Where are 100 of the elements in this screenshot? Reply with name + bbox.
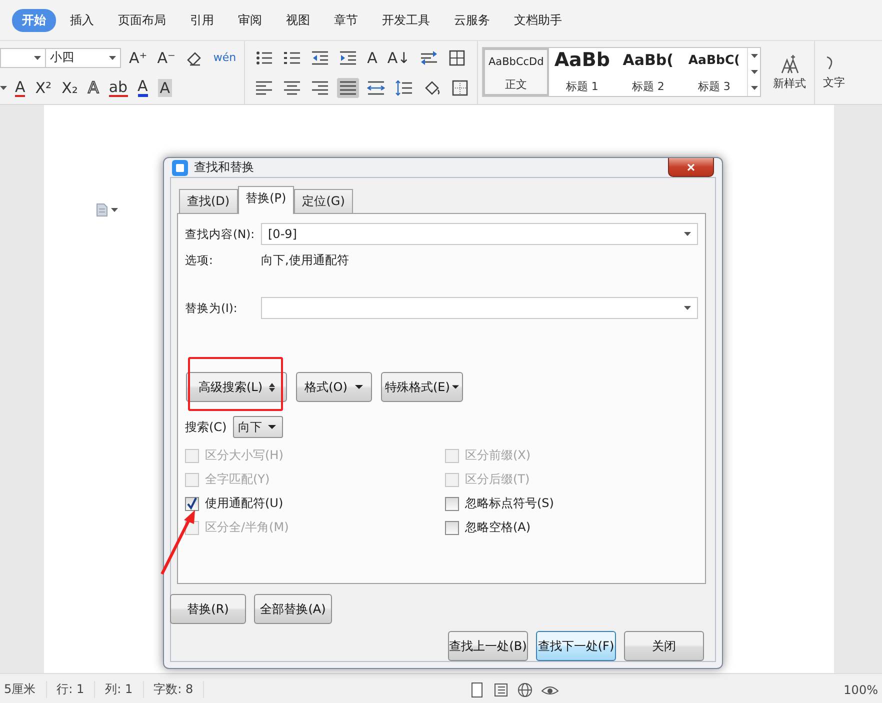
text-tool-label[interactable]: 文字 xyxy=(823,75,846,90)
close-button[interactable]: × xyxy=(668,158,714,177)
checkbox-label: 全字匹配(Y) xyxy=(205,471,270,488)
dropdown-caret-icon xyxy=(34,56,41,60)
dropdown-caret-icon xyxy=(684,306,691,310)
checkbox[interactable] xyxy=(445,496,459,510)
status-text: 列: 1 xyxy=(95,681,144,698)
find-field[interactable]: [0-9] xyxy=(261,223,698,245)
style-sample: AaBbCcDd xyxy=(488,55,544,70)
checkbox-label: 使用通配符(U) xyxy=(205,495,284,512)
format-button[interactable]: wén xyxy=(213,48,236,66)
ribbon-tab[interactable]: 视图 xyxy=(276,8,320,32)
dialog-tab[interactable]: 查找(D) xyxy=(179,189,238,213)
style-sample: AaBbC( xyxy=(688,51,740,69)
ribbon-tab[interactable]: 审阅 xyxy=(228,8,272,32)
borders-icon[interactable] xyxy=(451,78,470,96)
font-size-field[interactable]: 小四 xyxy=(45,48,121,68)
replace-field[interactable] xyxy=(261,297,698,319)
scroll-down-icon xyxy=(750,70,758,74)
style-sample: AaBb( xyxy=(622,50,674,70)
align-center-icon[interactable] xyxy=(283,80,302,96)
swap-arrows-icon[interactable] xyxy=(420,50,438,66)
ribbon-tab[interactable]: 文档助手 xyxy=(504,8,572,32)
ribbon-tab[interactable]: 引用 xyxy=(180,8,224,32)
checkbox-label: 忽略标点符号(S) xyxy=(465,495,554,512)
format-button[interactable]: A↓ xyxy=(387,48,410,66)
outdent-icon[interactable] xyxy=(311,50,330,66)
checkbox[interactable] xyxy=(185,496,199,510)
new-style-icon[interactable] xyxy=(778,54,801,74)
justify-icon[interactable] xyxy=(339,80,358,96)
checkbox-label: 区分大小写(H) xyxy=(205,447,284,464)
ribbon-tab[interactable]: 页面布局 xyxy=(108,8,176,32)
format-button[interactable]: A xyxy=(367,48,378,66)
caret-icon xyxy=(452,385,459,389)
numbered-list-icon[interactable] xyxy=(283,50,302,66)
field-label: 选项: xyxy=(185,252,214,268)
distribute-icon[interactable] xyxy=(367,80,386,96)
status-text: 行: 1 xyxy=(46,681,96,698)
style-name: 正文 xyxy=(505,77,528,92)
expand-icon xyxy=(750,86,758,90)
style-name: 标题 1 xyxy=(566,79,598,94)
special-format-dropdown[interactable]: 特殊格式(E) xyxy=(381,372,463,402)
dialog-button[interactable]: 查找上一处(B) xyxy=(448,631,528,661)
ribbon-tab[interactable]: 章节 xyxy=(324,8,368,32)
caret-icon xyxy=(268,425,276,429)
status-text: 字数: 8 xyxy=(144,681,204,698)
advanced-search-button[interactable]: 高级搜索(L) xyxy=(186,372,287,402)
dropdown-caret-icon xyxy=(684,232,691,236)
paint-bucket-icon[interactable] xyxy=(423,78,442,96)
style-preset[interactable]: AaBbC( 标题 3 xyxy=(681,48,748,96)
format-button[interactable]: ab xyxy=(108,78,128,96)
outline-view-icon[interactable] xyxy=(492,682,509,698)
bullet-list-icon[interactable] xyxy=(255,50,274,66)
format-button[interactable]: A⁺ xyxy=(129,48,148,66)
search-direction-dropdown[interactable]: 向下 xyxy=(233,416,283,438)
format-button[interactable]: A xyxy=(158,78,172,96)
checkbox-label: 区分全/半角(M) xyxy=(205,519,289,536)
ribbon-tab[interactable]: 插入 xyxy=(60,8,104,32)
globe-icon[interactable] xyxy=(516,682,533,698)
field-label: 替换为(I): xyxy=(185,300,238,316)
dropdown-caret-icon xyxy=(111,208,118,212)
options-text: 向下,使用通配符 xyxy=(261,252,349,268)
dropdown-caret-icon xyxy=(109,56,116,60)
dialog-button[interactable]: 查找下一处(F) xyxy=(536,631,616,661)
checkbox-label: 忽略空格(A) xyxy=(465,519,531,536)
dialog-button[interactable]: 关闭 xyxy=(624,631,704,661)
field-label: 查找内容(N): xyxy=(185,226,256,242)
ribbon-tab[interactable]: 开发工具 xyxy=(372,8,440,32)
style-preset[interactable]: AaBbCcDd 正文 xyxy=(483,48,550,96)
format-button[interactable]: X² xyxy=(35,78,52,96)
style-preset[interactable]: AaBb 标题 1 xyxy=(549,48,616,96)
replace-button[interactable]: 替换(R) xyxy=(170,594,246,624)
checkbox-label: 区分后缀(T) xyxy=(465,471,530,488)
dialog-tab[interactable]: 替换(P) xyxy=(238,186,294,214)
line-spacing-icon[interactable] xyxy=(395,80,414,96)
ribbon-tab[interactable]: 云服务 xyxy=(444,8,500,32)
format-button[interactable]: A xyxy=(15,78,26,96)
format-button[interactable]: A xyxy=(138,78,148,96)
page-view-icon[interactable] xyxy=(468,682,485,698)
expand-collapse-icon xyxy=(268,382,275,392)
style-name: 标题 3 xyxy=(698,79,730,94)
font-name-field[interactable] xyxy=(0,48,46,68)
table-icon[interactable] xyxy=(448,48,466,66)
status-text: 5厘米 xyxy=(0,681,47,698)
format-button[interactable]: A xyxy=(88,78,99,96)
style-preset[interactable]: AaBb( 标题 2 xyxy=(615,48,682,96)
format-dropdown[interactable]: 格式(O) xyxy=(296,372,372,402)
dialog-tab[interactable]: 定位(G) xyxy=(294,189,353,213)
new-style-label[interactable]: 新样式 xyxy=(773,76,806,91)
checkbox[interactable] xyxy=(445,520,459,534)
zoom-level[interactable]: 100% xyxy=(844,682,882,696)
format-button[interactable]: A⁻ xyxy=(157,48,176,66)
checkbox-label: 区分前缀(X) xyxy=(465,447,531,464)
align-left-icon[interactable] xyxy=(255,80,274,96)
align-right-icon[interactable] xyxy=(311,80,330,96)
format-button[interactable]: X₂ xyxy=(62,78,78,96)
dialog-title: 查找和替换 xyxy=(194,159,254,176)
indent-icon[interactable] xyxy=(339,50,358,66)
style-sample: AaBb xyxy=(554,50,610,70)
replace-all-button[interactable]: 全部替换(A) xyxy=(254,594,332,624)
